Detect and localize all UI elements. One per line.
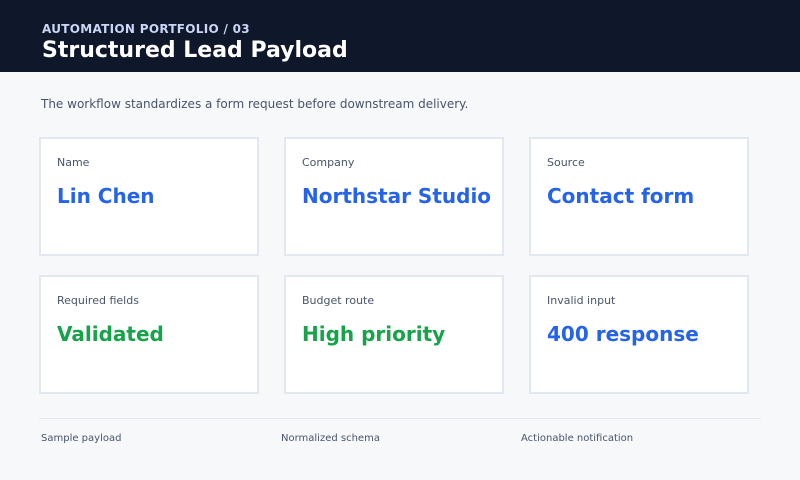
card-label: Source	[547, 156, 585, 169]
footer-item-normalized-schema: Normalized schema	[281, 433, 380, 444]
eyebrow-label: AUTOMATION PORTFOLIO / 03	[42, 22, 250, 36]
card-value: Contact form	[547, 184, 695, 208]
card-required-fields: Required fields Validated	[39, 275, 259, 394]
footer-item-actionable-notification: Actionable notification	[521, 433, 634, 444]
card-source: Source Contact form	[529, 137, 749, 256]
footer-item-sample-payload: Sample payload	[41, 433, 122, 444]
card-company: Company Northstar Studio	[284, 137, 504, 256]
card-label: Required fields	[57, 294, 139, 307]
card-value: Northstar Studio	[302, 184, 492, 208]
card-invalid-input: Invalid input 400 response	[529, 275, 749, 394]
page-header: AUTOMATION PORTFOLIO / 03 Structured Lea…	[0, 0, 800, 72]
card-label: Company	[302, 156, 355, 169]
card-value: Validated	[57, 322, 164, 346]
page-subtitle: The workflow standardizes a form request…	[41, 97, 469, 111]
card-value: Lin Chen	[57, 184, 155, 208]
card-label: Name	[57, 156, 90, 169]
card-value: 400 response	[547, 322, 699, 346]
card-label: Budget route	[302, 294, 375, 307]
card-value: High priority	[302, 322, 446, 346]
footer-divider	[39, 418, 761, 419]
card-budget-route: Budget route High priority	[284, 275, 504, 394]
card-name: Name Lin Chen	[39, 137, 259, 256]
page-title: Structured Lead Payload	[42, 38, 348, 63]
card-label: Invalid input	[547, 294, 616, 307]
